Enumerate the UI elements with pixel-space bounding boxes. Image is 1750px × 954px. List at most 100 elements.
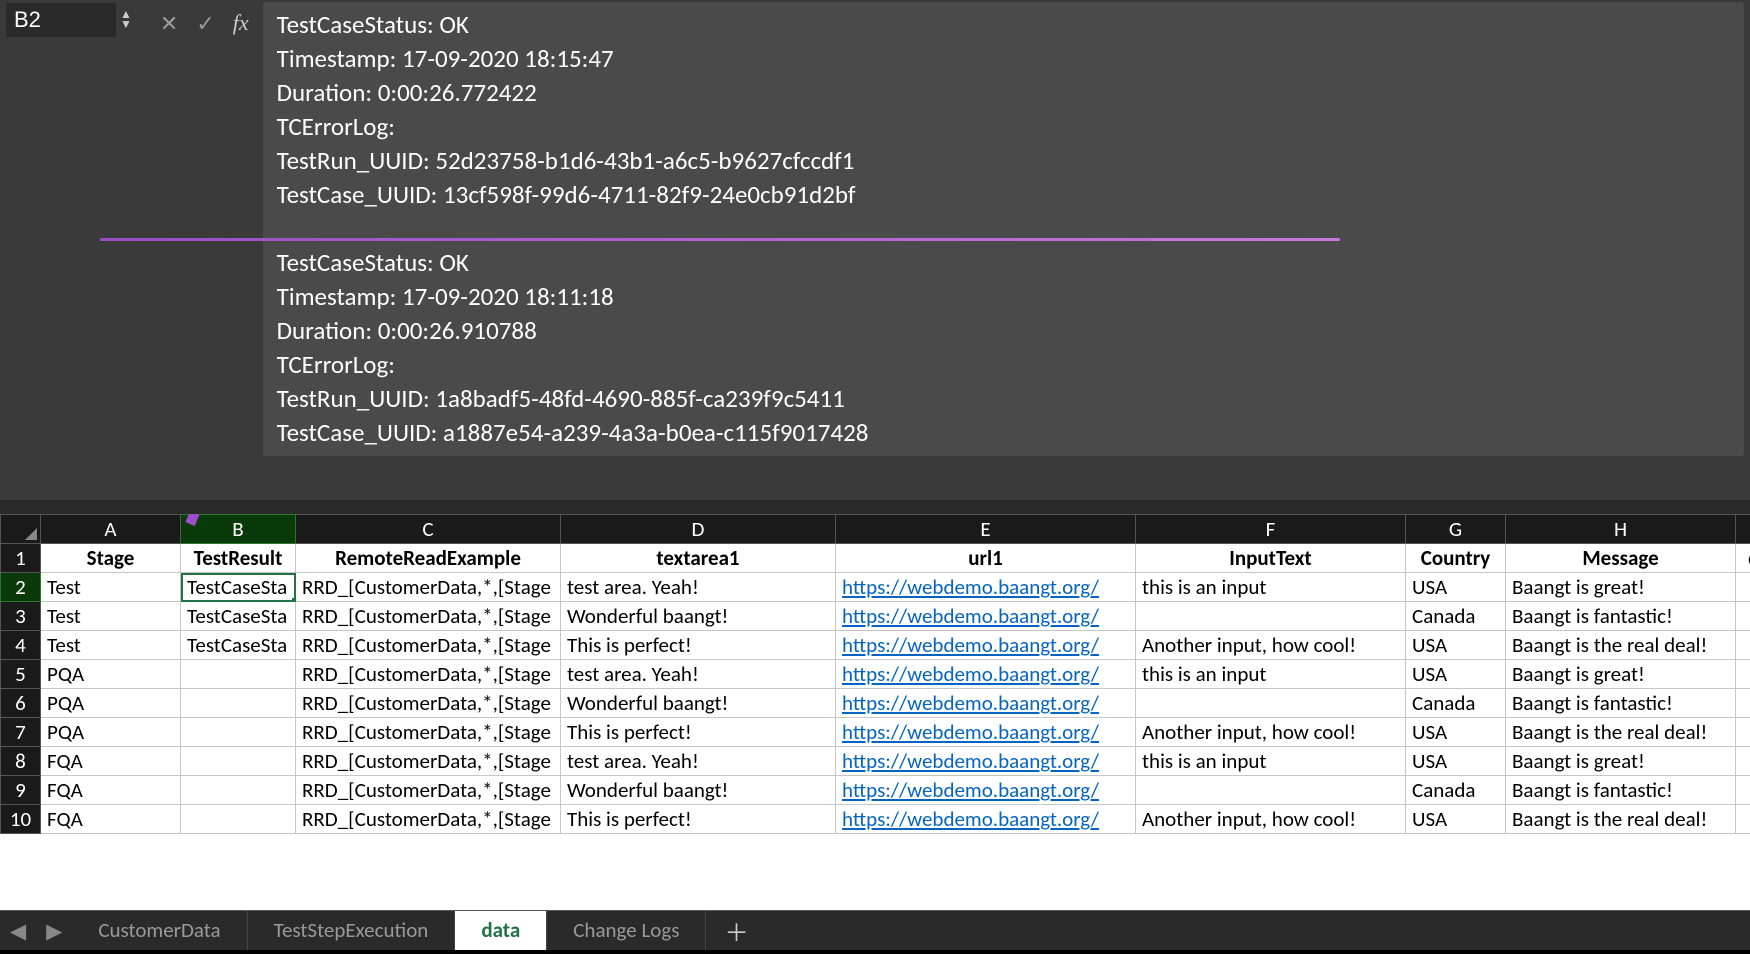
- cell[interactable]: RemoteReadExample: [296, 544, 561, 573]
- cancel-edit-button[interactable]: ✕: [160, 10, 178, 37]
- cell[interactable]: USA: [1406, 747, 1506, 776]
- cell[interactable]: test area. Yeah!: [561, 747, 836, 776]
- row-header[interactable]: 5: [1, 660, 41, 689]
- sheet-tab[interactable]: TestStepExecution: [248, 911, 456, 950]
- cell[interactable]: Baangt is great!: [1506, 660, 1736, 689]
- cell[interactable]: test area. Yeah!: [561, 660, 836, 689]
- cell[interactable]: Wonderful baangt!: [561, 602, 836, 631]
- cell[interactable]: https://webdemo.baangt.org/: [836, 602, 1136, 631]
- cell[interactable]: Baangt is the real deal!: [1506, 631, 1736, 660]
- cell[interactable]: Baangt is the real deal!: [1506, 805, 1736, 834]
- name-box[interactable]: [6, 3, 116, 37]
- cell[interactable]: https://webdemo.baangt.org/: [836, 573, 1136, 602]
- cell[interactable]: FQA: [41, 805, 181, 834]
- formula-content[interactable]: TestCaseStatus: OK Timestamp: 17-09-2020…: [263, 2, 1744, 456]
- row-header[interactable]: 10: [1, 805, 41, 834]
- col-header-F[interactable]: F: [1136, 515, 1406, 544]
- cell[interactable]: Message: [1506, 544, 1736, 573]
- cell[interactable]: textarea1: [561, 544, 836, 573]
- cell[interactable]: Baangt is great!: [1506, 747, 1736, 776]
- cell[interactable]: Canada: [1406, 689, 1506, 718]
- cell[interactable]: FQA: [41, 776, 181, 805]
- col-header-G[interactable]: G: [1406, 515, 1506, 544]
- cell[interactable]: Test: [41, 602, 181, 631]
- hyperlink[interactable]: https://webdemo.baangt.org/: [842, 603, 1099, 629]
- tab-nav-next[interactable]: ▶: [36, 918, 72, 944]
- cell[interactable]: Test: [41, 573, 181, 602]
- cell[interactable]: Canada: [1406, 776, 1506, 805]
- col-header-C[interactable]: C: [296, 515, 561, 544]
- row-header[interactable]: 7: [1, 718, 41, 747]
- fx-icon[interactable]: fx: [233, 10, 249, 36]
- cell[interactable]: PQA: [41, 718, 181, 747]
- cell[interactable]: https://webdemo.baangt.org/: [836, 805, 1136, 834]
- cell[interactable]: Wonderful baangt!: [561, 776, 836, 805]
- cell[interactable]: Test: [41, 631, 181, 660]
- hyperlink[interactable]: https://webdemo.baangt.org/: [842, 690, 1099, 716]
- cell[interactable]: [181, 776, 296, 805]
- add-sheet-button[interactable]: ＋: [706, 907, 766, 954]
- cell[interactable]: [1136, 602, 1406, 631]
- cell[interactable]: Baangt is fantastic!: [1506, 602, 1736, 631]
- tab-nav-prev[interactable]: ◀: [0, 918, 36, 944]
- sheet-tab[interactable]: Change Logs: [547, 911, 706, 950]
- row-header[interactable]: 4: [1, 631, 41, 660]
- col-header-E[interactable]: E: [836, 515, 1136, 544]
- cell[interactable]: Another input, how cool!: [1136, 631, 1406, 660]
- cell[interactable]: [181, 689, 296, 718]
- cell[interactable]: Wonderful baangt!: [561, 689, 836, 718]
- hyperlink[interactable]: https://webdemo.baangt.org/: [842, 806, 1099, 832]
- cell[interactable]: https://webdemo.baangt.org/: [836, 631, 1136, 660]
- cell[interactable]: USA: [1406, 718, 1506, 747]
- cell[interactable]: USA: [1406, 660, 1506, 689]
- cell[interactable]: [1736, 776, 1750, 805]
- cell[interactable]: USA: [1406, 805, 1506, 834]
- cell[interactable]: Baangt is great!: [1506, 573, 1736, 602]
- col-header-A[interactable]: A: [41, 515, 181, 544]
- cell[interactable]: [181, 718, 296, 747]
- cell[interactable]: RRD_[CustomerData,*,[Stage: [296, 805, 561, 834]
- cell[interactable]: RRD_[CustomerData,*,[Stage: [296, 689, 561, 718]
- cell[interactable]: TestCaseSta: [181, 573, 296, 602]
- cell[interactable]: This is perfect!: [561, 631, 836, 660]
- hyperlink[interactable]: https://webdemo.baangt.org/: [842, 748, 1099, 774]
- hyperlink[interactable]: https://webdemo.baangt.org/: [842, 661, 1099, 687]
- row-header[interactable]: 1: [1, 544, 41, 573]
- cell[interactable]: RRD_[CustomerData,*,[Stage: [296, 573, 561, 602]
- col-header-D[interactable]: D: [561, 515, 836, 544]
- accept-edit-button[interactable]: ✓: [196, 10, 214, 37]
- sheet-tab[interactable]: CustomerData: [72, 911, 247, 950]
- cell[interactable]: [1736, 573, 1750, 602]
- cell[interactable]: this is an input: [1136, 573, 1406, 602]
- cell[interactable]: [1736, 631, 1750, 660]
- cell[interactable]: RRD_[CustomerData,*,[Stage: [296, 718, 561, 747]
- chevron-down-icon[interactable]: ▼: [120, 20, 132, 30]
- col-header-H[interactable]: H: [1506, 515, 1736, 544]
- cell[interactable]: Canada: [1406, 602, 1506, 631]
- cell[interactable]: RRD_[CustomerData,*,[Stage: [296, 660, 561, 689]
- cell[interactable]: [1736, 660, 1750, 689]
- cell[interactable]: this is an input: [1136, 747, 1406, 776]
- row-header[interactable]: 6: [1, 689, 41, 718]
- cell[interactable]: PQA: [41, 660, 181, 689]
- cell[interactable]: Baangt is fantastic!: [1506, 776, 1736, 805]
- cell[interactable]: [1736, 602, 1750, 631]
- cell[interactable]: TestResult: [181, 544, 296, 573]
- cell[interactable]: FQA: [41, 747, 181, 776]
- row-header[interactable]: 3: [1, 602, 41, 631]
- cell[interactable]: [181, 805, 296, 834]
- cell[interactable]: RRD_[CustomerData,*,[Stage: [296, 747, 561, 776]
- cell[interactable]: https://webdemo.baangt.org/: [836, 718, 1136, 747]
- col-header-I[interactable]: I: [1736, 515, 1750, 544]
- hyperlink[interactable]: https://webdemo.baangt.org/: [842, 574, 1099, 600]
- cell[interactable]: [181, 660, 296, 689]
- cell[interactable]: [1736, 805, 1750, 834]
- cell[interactable]: [1736, 718, 1750, 747]
- row-header[interactable]: 2: [1, 573, 41, 602]
- spreadsheet-grid[interactable]: A B C D E F G H I 1StageTestResultRemote…: [0, 514, 1750, 834]
- cell[interactable]: InputText: [1136, 544, 1406, 573]
- cell[interactable]: TestCaseSta: [181, 631, 296, 660]
- name-box-spinner[interactable]: ▲ ▼: [120, 10, 132, 30]
- cell[interactable]: Stage: [41, 544, 181, 573]
- cell[interactable]: Another input, how cool!: [1136, 805, 1406, 834]
